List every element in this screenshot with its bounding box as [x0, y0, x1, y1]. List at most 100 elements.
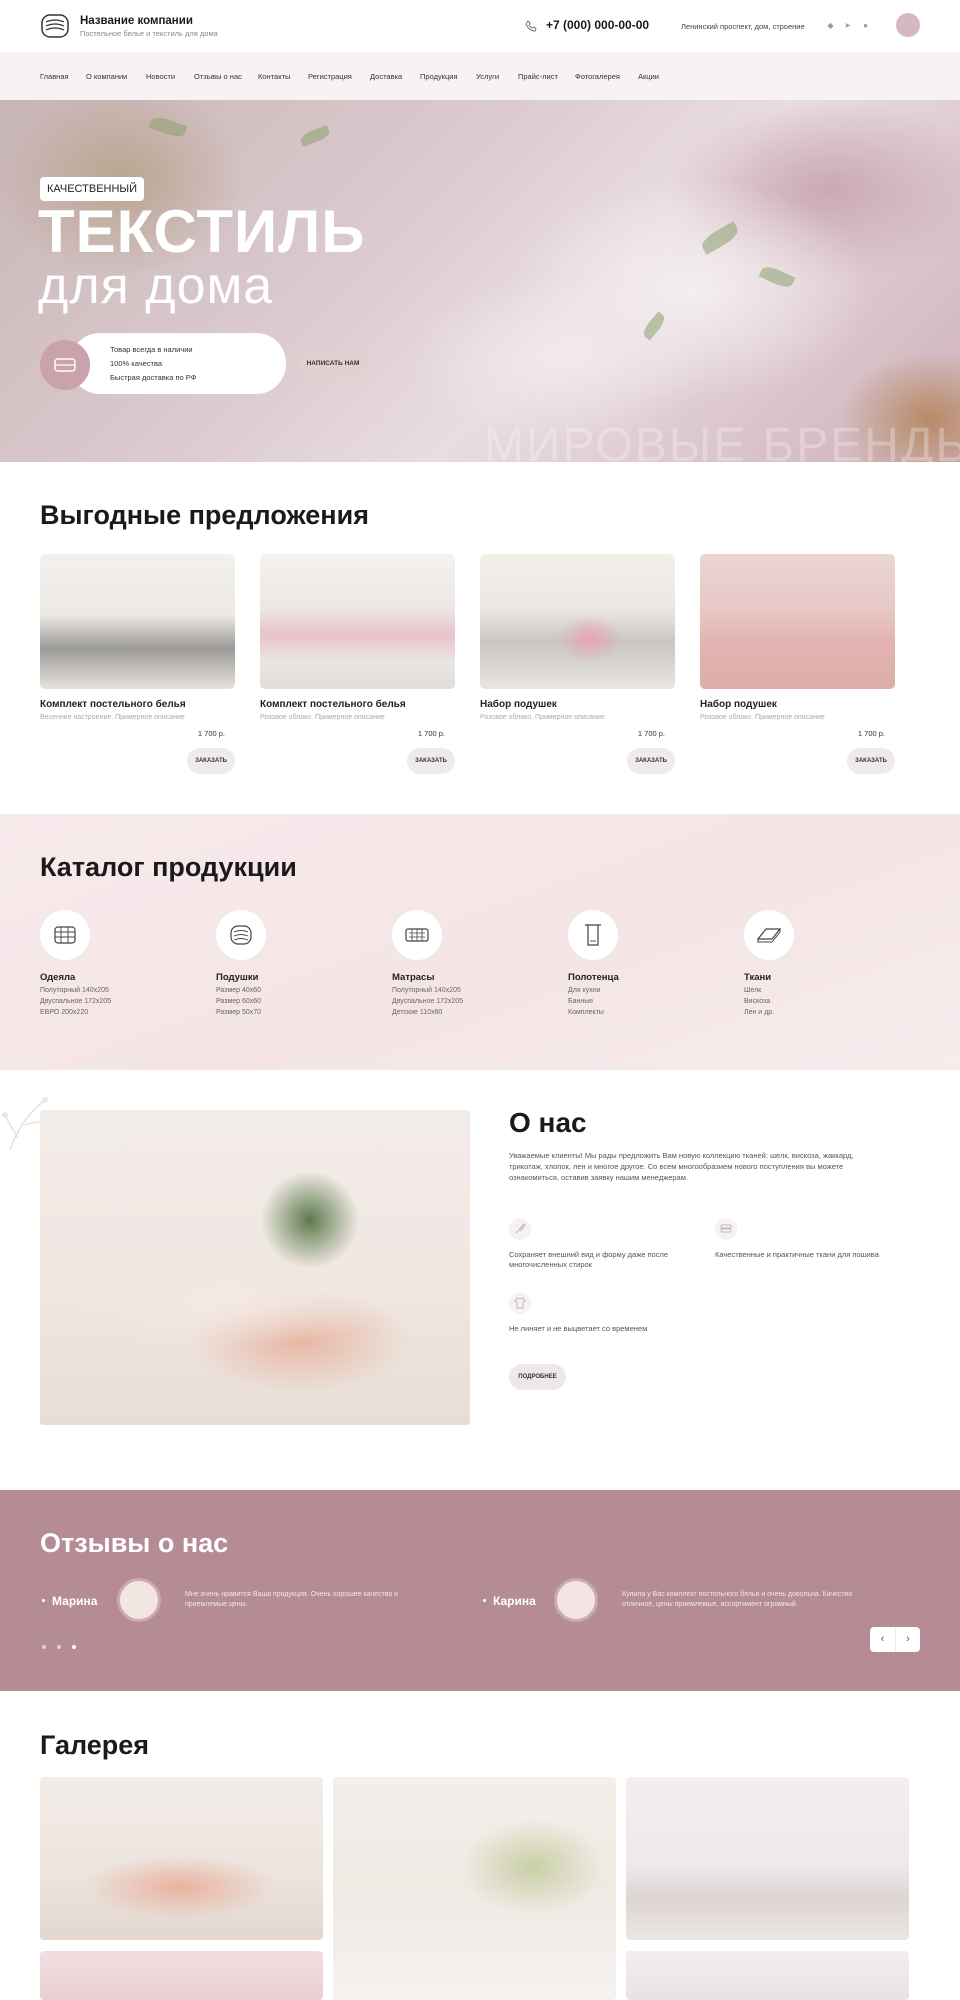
carousel-dot-active[interactable]: [72, 1645, 76, 1649]
catalog-item-name[interactable]: Матрасы: [392, 972, 434, 983]
catalog-item-detail: Шелк: [744, 987, 762, 994]
carousel-dot[interactable]: [57, 1645, 61, 1649]
company-tagline: Постельное белье и текстиль для дома: [80, 29, 218, 38]
offer-name[interactable]: Набор подушек: [480, 699, 557, 710]
nav-item-products[interactable]: Продукция: [420, 72, 458, 81]
offer-name[interactable]: Комплект постельного белья: [40, 699, 186, 710]
hero-features-card: [70, 333, 286, 394]
about-title: О нас: [509, 1107, 587, 1138]
offer-description: Розовое облако. Примерное описание: [260, 714, 385, 721]
offer-name[interactable]: Комплект постельного белья: [260, 699, 406, 710]
catalog-item-detail: Размер 60х60: [216, 998, 262, 1005]
order-button[interactable]: ЗАКАЗАТЬ: [407, 748, 455, 774]
offer-card[interactable]: Набор подушек Розовое облако. Примерное …: [480, 554, 675, 774]
hero-feature: 100% качества: [110, 359, 163, 368]
catalog-item-name[interactable]: Полотенца: [568, 972, 619, 983]
telegram-icon[interactable]: ➤: [843, 21, 852, 30]
main-nav: Главная О компании Новости Отзывы о нас …: [0, 52, 960, 100]
bullet-icon: [42, 1599, 45, 1602]
nav-item-home[interactable]: Главная: [40, 72, 69, 81]
offer-image[interactable]: [260, 554, 455, 689]
order-button[interactable]: ЗАКАЗАТЬ: [187, 748, 235, 774]
catalog-title: Каталог продукции: [40, 852, 297, 882]
catalog-item-detail: Комплекты: [568, 1009, 604, 1016]
hero-banner: КАЧЕСТВЕННЫЙ ТЕКСТИЛЬ для дома Товар все…: [0, 100, 960, 462]
leaf-decoration: [640, 311, 668, 341]
offer-price: 1 700 р.: [857, 729, 885, 738]
review-text: Купила у Вас комплект постельного белья …: [622, 1591, 853, 1608]
nav-item-reviews[interactable]: Отзывы о нас: [194, 72, 242, 81]
gallery-image[interactable]: [40, 1777, 323, 1940]
nav-item-price-list[interactable]: Прайс-лист: [518, 72, 558, 81]
mattress-icon[interactable]: [392, 910, 442, 960]
leaf-decoration: [698, 221, 742, 255]
offers-title: Выгодные предложения: [40, 500, 369, 530]
gallery-image[interactable]: [626, 1777, 909, 1940]
nav-item-services[interactable]: Услуги: [476, 72, 499, 81]
user-avatar-button[interactable]: [896, 13, 920, 37]
gallery-title: Галерея: [40, 1730, 150, 1760]
hero-title: ТЕКСТИЛЬ: [38, 198, 366, 265]
ok-icon[interactable]: ●: [861, 21, 870, 30]
nav-item-about[interactable]: О компании: [86, 72, 127, 81]
reviews-section: Отзывы о нас Марина Мне очень нравится В…: [0, 1490, 960, 1691]
catalog-item-detail: Детские 110х60: [392, 1009, 443, 1016]
catalog-item-name[interactable]: Подушки: [216, 972, 258, 983]
leaf-decoration: [758, 263, 796, 291]
nav-item-delivery[interactable]: Доставка: [370, 72, 402, 81]
more-button[interactable]: ПОДРОБНЕЕ: [509, 1364, 566, 1390]
catalog-item-detail: Двуспальное 172х205: [392, 998, 464, 1005]
order-button[interactable]: ЗАКАЗАТЬ: [627, 748, 675, 774]
blanket-icon[interactable]: [40, 910, 90, 960]
offer-card[interactable]: Комплект постельного белья Розовое облак…: [260, 554, 455, 774]
offer-price: 1 700 р.: [197, 729, 225, 738]
catalog-section: Каталог продукции Одеяла Полуторный 140х…: [0, 814, 960, 1070]
pillow-icon[interactable]: [216, 910, 266, 960]
gallery-image[interactable]: [40, 1951, 323, 2000]
hero-subtitle: для дома: [38, 257, 274, 315]
prev-arrow-button[interactable]: ‹: [870, 1627, 895, 1652]
phone-icon: [525, 20, 537, 32]
vk-icon[interactable]: ◆: [826, 21, 835, 30]
reviewer-avatar: [117, 1578, 161, 1622]
leaf-decoration: [298, 125, 332, 147]
hero-brands-caption: МИРОВЫЕ БРЕНДЫ: [484, 419, 960, 462]
nav-item-gallery[interactable]: Фотогалерея: [575, 72, 620, 81]
catalog-item-name[interactable]: Ткани: [744, 972, 771, 983]
next-arrow-button[interactable]: ›: [895, 1627, 920, 1652]
catalog-item-detail: Вискоза: [744, 998, 771, 1005]
catalog-item-detail: Размер 40х60: [216, 987, 262, 994]
offer-image[interactable]: [480, 554, 675, 689]
feather-icon: [509, 1218, 531, 1240]
catalog-item-detail: Для кухни: [568, 987, 601, 994]
catalog-item-detail: Размер 50х70: [216, 1009, 262, 1016]
gallery-image[interactable]: [333, 1777, 616, 2000]
catalog-item-detail: Двуспальное 172х205: [40, 998, 112, 1005]
nav-item-contacts[interactable]: Контакты: [258, 72, 290, 81]
offer-image[interactable]: [40, 554, 235, 689]
offer-name[interactable]: Набор подушек: [700, 699, 777, 710]
offer-card[interactable]: Набор подушек Розовое облако. Примерное …: [700, 554, 895, 774]
offer-price: 1 700 р.: [417, 729, 445, 738]
company-name[interactable]: Название компании: [80, 15, 193, 27]
catalog-item-name[interactable]: Одеяла: [40, 972, 75, 983]
catalog-item-detail: Полуторный 140х205: [392, 987, 461, 994]
reviews-title: Отзывы о нас: [40, 1528, 229, 1558]
towel-icon[interactable]: [568, 910, 618, 960]
about-image: [40, 1110, 470, 1425]
offer-image[interactable]: [700, 554, 895, 689]
order-button[interactable]: ЗАКАЗАТЬ: [847, 748, 895, 774]
catalog-item-detail: Полуторный 140х205: [40, 987, 109, 994]
logo-icon[interactable]: [40, 12, 70, 40]
phone-number[interactable]: +7 (000) 000-00-00: [546, 18, 649, 32]
fabric-icon[interactable]: [744, 910, 794, 960]
nav-item-promotions[interactable]: Акции: [638, 72, 659, 81]
nav-item-registration[interactable]: Регистрация: [308, 72, 352, 81]
offer-card[interactable]: Комплект постельного белья Весенние наст…: [40, 554, 235, 774]
site-header: Название компании Постельное белье и тек…: [0, 0, 960, 52]
nav-item-news[interactable]: Новости: [146, 72, 175, 81]
contact-us-button[interactable]: НАПИСАТЬ НАМ: [300, 352, 366, 376]
gallery-image[interactable]: [626, 1951, 909, 2000]
carousel-dot[interactable]: [42, 1645, 46, 1649]
shirt-icon: [509, 1292, 531, 1314]
